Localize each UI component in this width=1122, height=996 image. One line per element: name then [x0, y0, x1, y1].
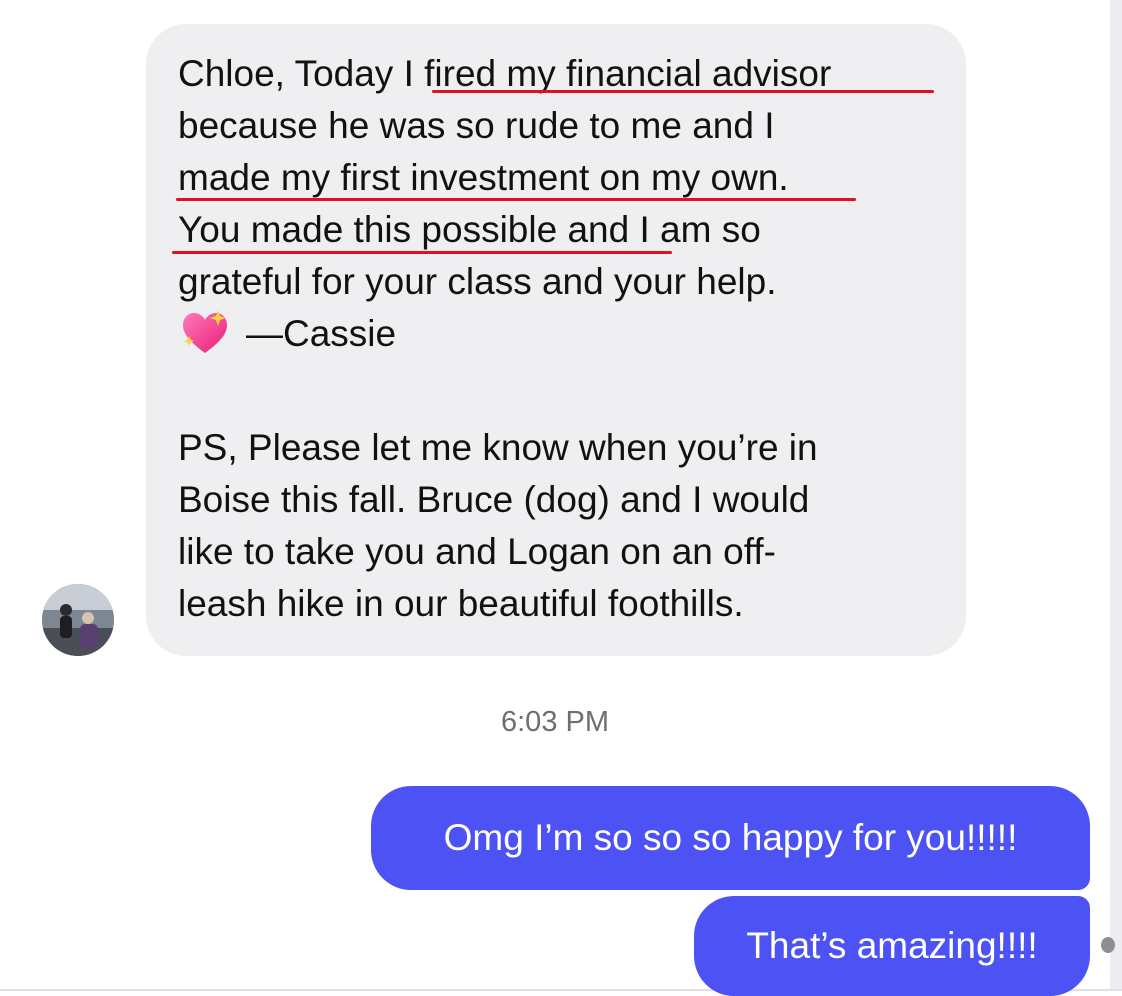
avatar-photo [42, 584, 114, 656]
message-line-10: leash hike in our beautiful foothills. [178, 583, 744, 624]
red-underline [432, 90, 934, 93]
red-underline [176, 198, 856, 201]
red-underline [172, 251, 672, 254]
message-line-3: made my first investment on my own. [178, 157, 789, 198]
message-line-7: PS, Please let me know when you’re in [178, 427, 818, 468]
message-line-5: grateful for your class and your help. [178, 261, 777, 302]
message-line-4: You made this possible and I am so [178, 209, 761, 250]
scrollbar-track[interactable] [1110, 0, 1122, 991]
message-line-2: because he was so rude to me and I [178, 105, 775, 146]
scroll-indicator [1101, 937, 1115, 953]
outgoing-message-bubble[interactable]: That’s amazing!!!! [694, 896, 1090, 996]
message-line-8: Boise this fall. Bruce (dog) and I would [178, 479, 810, 520]
outgoing-message-bubble[interactable]: Omg I’m so so so happy for you!!!!! [371, 786, 1090, 890]
sparkling-heart-icon [183, 310, 227, 353]
message-timestamp: 6:03 PM [501, 706, 609, 738]
message-line-9: like to take you and Logan on an off- [178, 531, 776, 572]
avatar[interactable] [42, 584, 114, 656]
message-signature: —Cassie [246, 313, 397, 354]
